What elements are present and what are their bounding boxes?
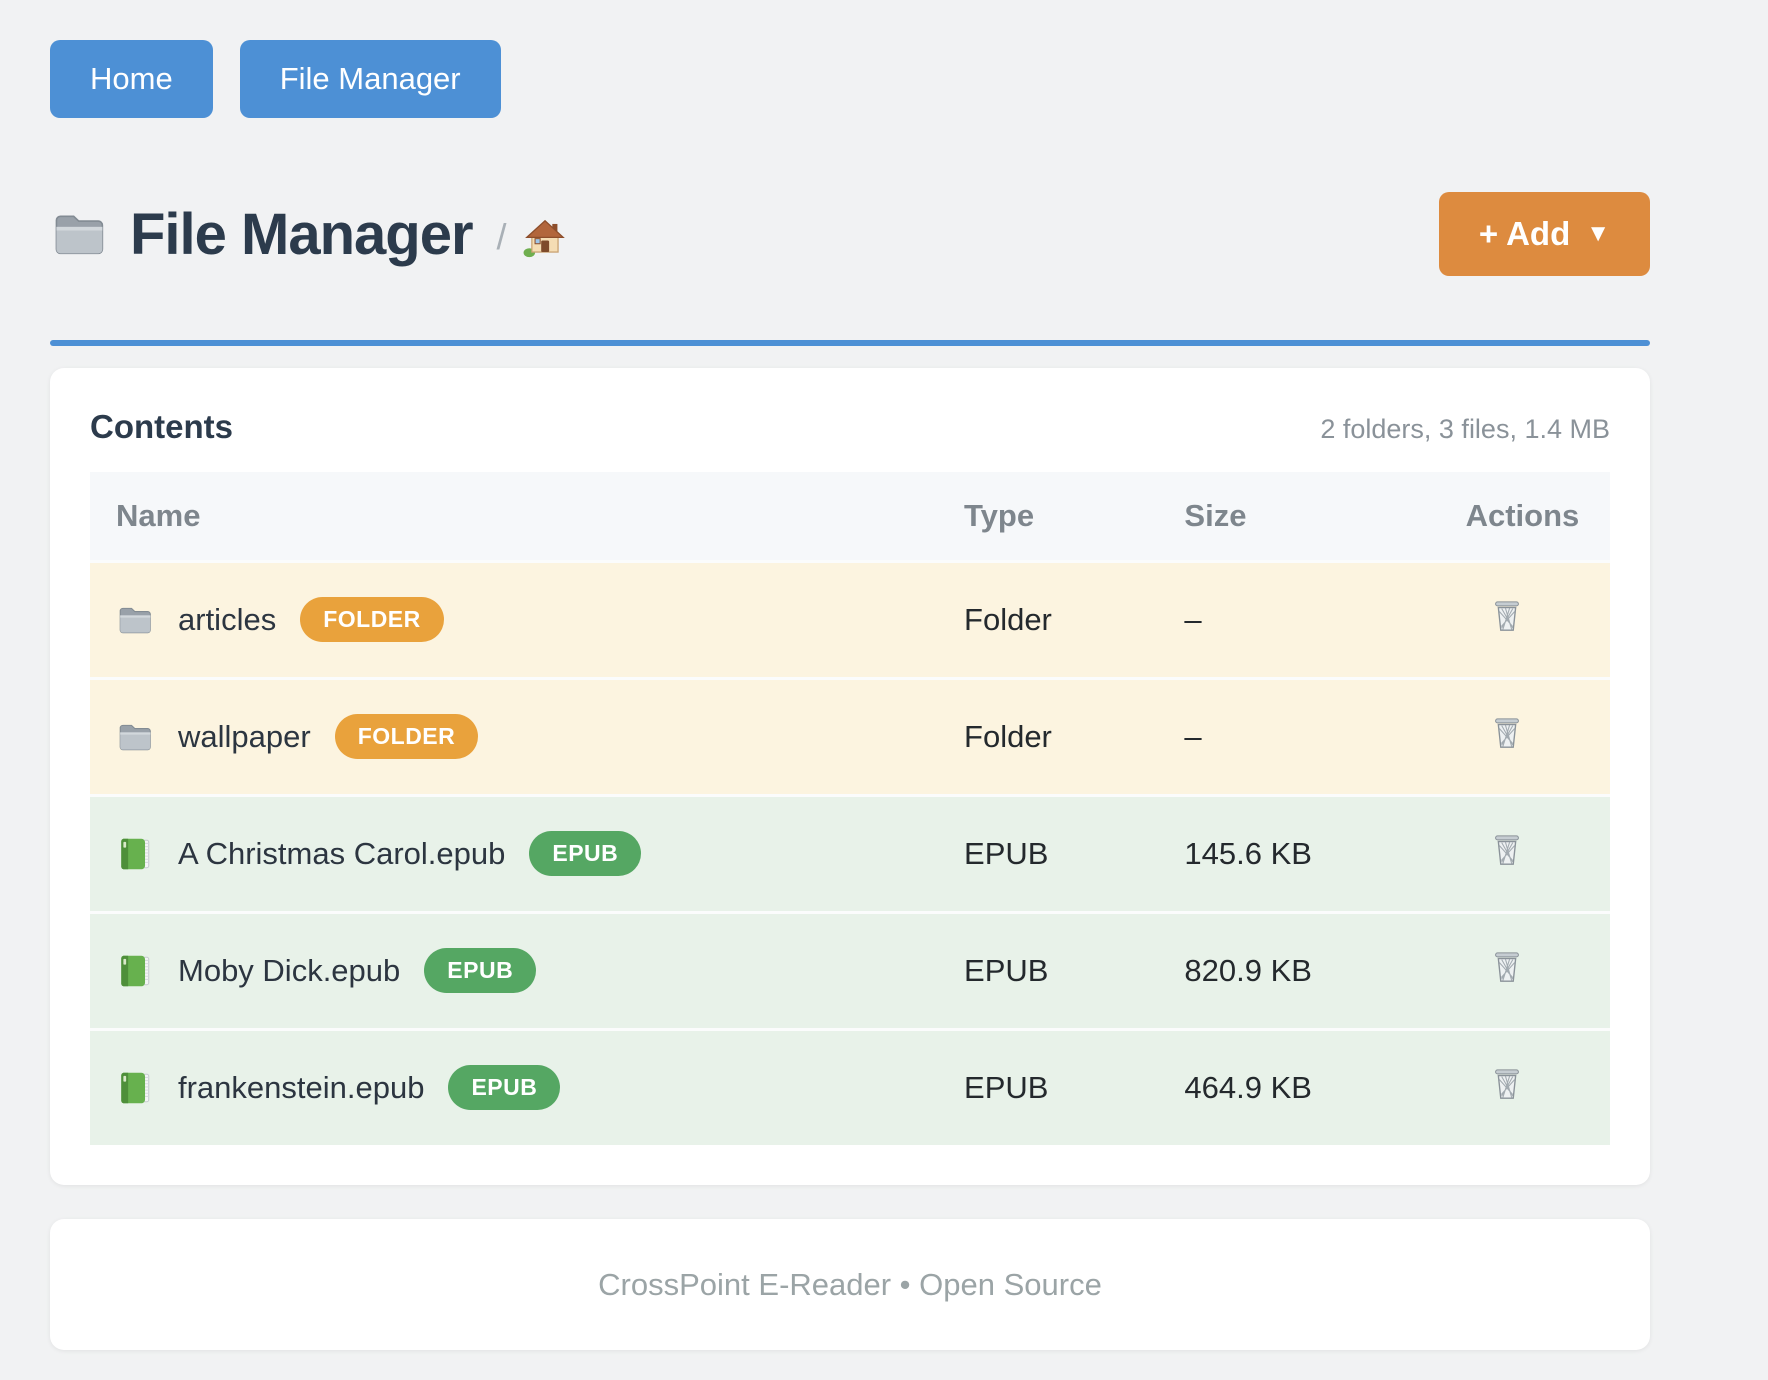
trash-icon xyxy=(1488,1065,1526,1103)
footer-text: CrossPoint E-Reader • Open Source xyxy=(598,1267,1102,1303)
table-row: Moby Dick.epub EPUB EPUB 820.9 KB xyxy=(90,913,1610,1030)
column-header-type: Type xyxy=(964,472,1184,562)
file-name[interactable]: A Christmas Carol.epub xyxy=(178,836,505,872)
nav-home-button[interactable]: Home xyxy=(50,40,213,118)
size-cell: 820.9 KB xyxy=(1184,913,1465,1030)
nav-file-manager-button[interactable]: File Manager xyxy=(240,40,501,118)
delete-button[interactable] xyxy=(1488,1065,1526,1103)
book-icon xyxy=(116,1069,154,1107)
trash-icon xyxy=(1488,597,1526,635)
table-header-row: Name Type Size Actions xyxy=(90,472,1610,562)
table-row: articles FOLDER Folder – xyxy=(90,562,1610,679)
table-row: frankenstein.epub EPUB EPUB 464.9 KB xyxy=(90,1030,1610,1146)
size-cell: 145.6 KB xyxy=(1184,796,1465,913)
type-cell: EPUB xyxy=(964,1030,1184,1146)
file-table: Name Type Size Actions articles FOLDER F xyxy=(90,472,1610,1145)
delete-button[interactable] xyxy=(1488,597,1526,635)
size-cell: – xyxy=(1184,562,1465,679)
folder-badge: FOLDER xyxy=(300,597,444,642)
epub-badge: EPUB xyxy=(424,948,536,993)
delete-button[interactable] xyxy=(1488,831,1526,869)
file-name[interactable]: Moby Dick.epub xyxy=(178,953,400,989)
add-button-text: + Add xyxy=(1479,215,1570,253)
contents-summary: 2 folders, 3 files, 1.4 MB xyxy=(1320,414,1610,445)
trash-icon xyxy=(1488,714,1526,752)
book-icon xyxy=(116,952,154,990)
epub-badge: EPUB xyxy=(448,1065,560,1110)
column-header-actions: Actions xyxy=(1466,472,1610,562)
page-header: File Manager / + Add ▼ xyxy=(50,192,1650,276)
home-icon[interactable] xyxy=(521,215,567,261)
page: Home File Manager File Manager / + Add ▼… xyxy=(50,0,1650,1350)
folder-badge: FOLDER xyxy=(335,714,479,759)
file-name[interactable]: articles xyxy=(178,602,276,638)
epub-badge: EPUB xyxy=(529,831,641,876)
size-cell: – xyxy=(1184,679,1465,796)
breadcrumb-separator: / xyxy=(497,216,507,258)
type-cell: Folder xyxy=(964,679,1184,796)
top-nav: Home File Manager xyxy=(50,0,1650,118)
footer: CrossPoint E-Reader • Open Source xyxy=(50,1219,1650,1350)
type-cell: EPUB xyxy=(964,796,1184,913)
folder-icon xyxy=(50,205,108,263)
trash-icon xyxy=(1488,831,1526,869)
contents-title: Contents xyxy=(90,408,233,446)
folder-icon xyxy=(116,601,154,639)
table-row: A Christmas Carol.epub EPUB EPUB 145.6 K… xyxy=(90,796,1610,913)
table-row: wallpaper FOLDER Folder – xyxy=(90,679,1610,796)
trash-icon xyxy=(1488,948,1526,986)
size-cell: 464.9 KB xyxy=(1184,1030,1465,1146)
page-title: File Manager xyxy=(130,201,473,268)
delete-button[interactable] xyxy=(1488,714,1526,752)
book-icon xyxy=(116,835,154,873)
caret-down-icon: ▼ xyxy=(1586,220,1610,248)
file-name[interactable]: wallpaper xyxy=(178,719,311,755)
folder-icon xyxy=(116,718,154,756)
type-cell: EPUB xyxy=(964,913,1184,1030)
contents-card: Contents 2 folders, 3 files, 1.4 MB Name… xyxy=(50,368,1650,1185)
column-header-name: Name xyxy=(90,472,964,562)
type-cell: Folder xyxy=(964,562,1184,679)
delete-button[interactable] xyxy=(1488,948,1526,986)
header-divider xyxy=(50,340,1650,346)
file-name[interactable]: frankenstein.epub xyxy=(178,1070,424,1106)
column-header-size: Size xyxy=(1184,472,1465,562)
add-button[interactable]: + Add ▼ xyxy=(1439,192,1650,276)
